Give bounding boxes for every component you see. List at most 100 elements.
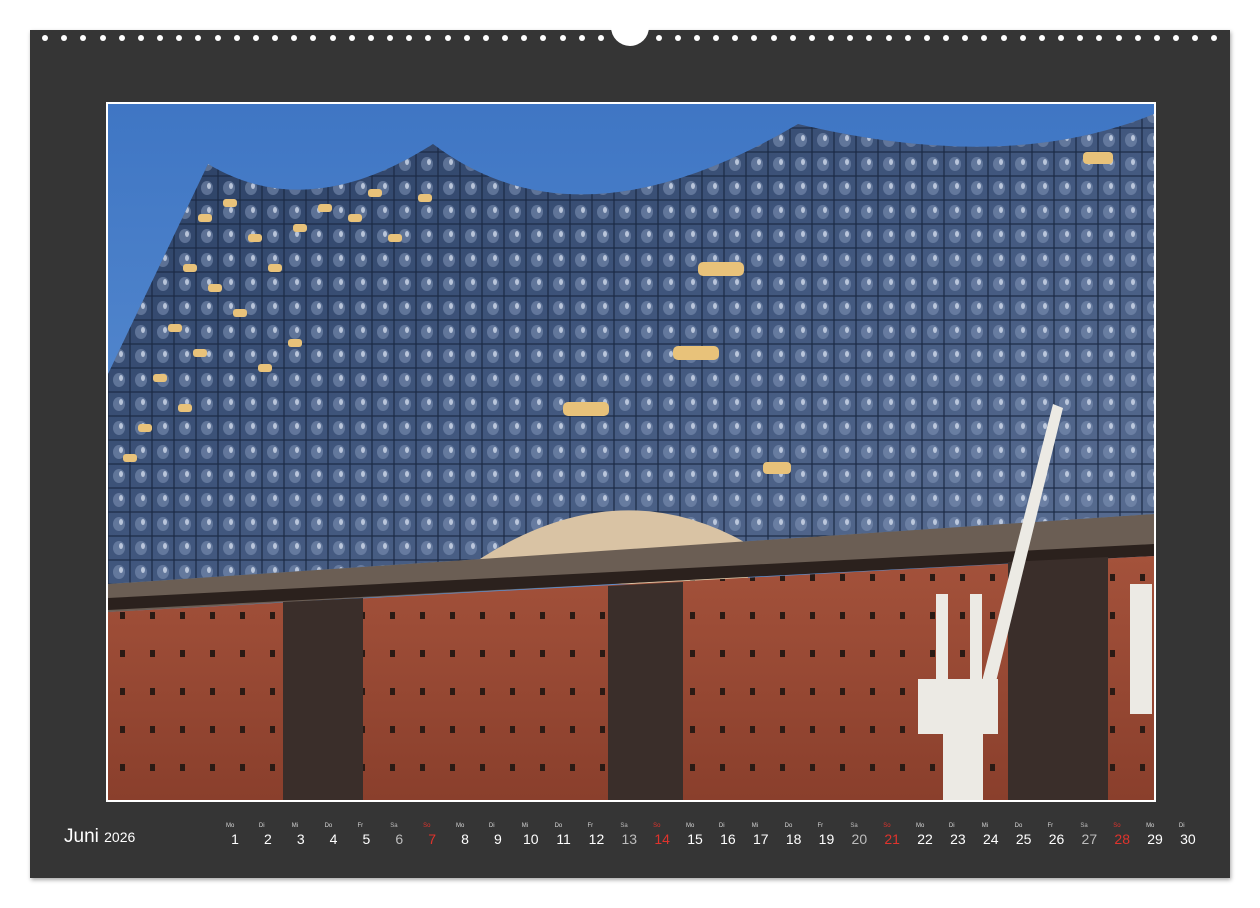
- day-of-week-label: Mo: [456, 823, 465, 829]
- binding-hole: [1096, 35, 1103, 41]
- day-cell: So 21: [877, 820, 907, 860]
- day-cell: So 14: [647, 820, 677, 860]
- day-number: 5: [362, 831, 371, 847]
- binding-hole: [444, 35, 451, 41]
- binding-hole: [329, 35, 336, 41]
- day-number: 19: [818, 831, 835, 847]
- day-of-week-label: Di: [1178, 823, 1185, 829]
- day-cell: Fr 12: [581, 820, 611, 860]
- day-cell: Sa 27: [1074, 820, 1104, 860]
- binding-hole: [157, 35, 164, 41]
- binding-hole: [1211, 35, 1218, 41]
- binding-hole: [655, 35, 662, 41]
- day-cell: Fr 5: [351, 820, 381, 860]
- binding-hole: [789, 35, 796, 41]
- day-number: 26: [1048, 831, 1065, 847]
- day-number: 16: [720, 831, 736, 847]
- calendar-page: Juni 2026 Mo 1 Di 2 Mi 3 Do 4 Fr 5 Sa 6 So 7 Mo 8 Di 9 Mi 1…: [30, 20, 1230, 878]
- binding-hole: [1077, 35, 1084, 41]
- day-cell: So 7: [417, 820, 447, 860]
- day-cell: Sa 20: [844, 820, 874, 860]
- day-number: 29: [1147, 831, 1163, 847]
- binding-hole: [1134, 35, 1141, 41]
- binding-hole: [904, 35, 911, 41]
- binding-hole: [828, 35, 835, 41]
- day-cell: Di 30: [1173, 820, 1203, 860]
- day-cell: Mo 8: [450, 820, 480, 860]
- binding-hole: [713, 35, 720, 41]
- binding-hole: [425, 35, 432, 41]
- day-of-week-label: So: [883, 823, 891, 829]
- day-number: 14: [654, 831, 670, 847]
- day-number: 11: [556, 831, 571, 847]
- day-cell: Di 9: [483, 820, 513, 860]
- day-of-week-label: Di: [488, 823, 495, 829]
- binding-hole: [502, 35, 509, 41]
- day-of-week-label: Mo: [226, 823, 235, 829]
- day-of-week-label: Mi: [291, 823, 299, 829]
- day-number: 28: [1114, 831, 1130, 847]
- day-number: 2: [263, 831, 272, 847]
- day-cell: Fr 26: [1041, 820, 1071, 860]
- day-cell: Mi 3: [286, 820, 316, 860]
- binding-hole: [387, 35, 394, 41]
- binding-hole: [406, 35, 413, 41]
- binding-hole: [808, 35, 815, 41]
- day-of-week-label: Do: [324, 823, 333, 829]
- binding-hole: [463, 35, 470, 41]
- binding-hole: [367, 35, 374, 41]
- day-of-week-label: Do: [784, 823, 793, 829]
- day-of-week-label: Do: [1014, 823, 1023, 829]
- binding-hole: [521, 35, 528, 41]
- day-of-week-label: Mi: [521, 823, 529, 829]
- binding-hole: [214, 35, 221, 41]
- binding-hole: [252, 35, 259, 41]
- binding-hole: [559, 35, 566, 41]
- day-of-week-label: Di: [718, 823, 725, 829]
- binding-hole: [291, 35, 298, 41]
- binding-hole: [233, 35, 240, 41]
- day-cell: Sa 13: [614, 820, 644, 860]
- day-of-week-label: Fr: [357, 823, 364, 829]
- day-number: 18: [785, 831, 802, 847]
- binding-hole: [137, 35, 144, 41]
- binding-hole: [923, 35, 930, 41]
- binding-hole: [1173, 35, 1180, 41]
- binding-hole: [1019, 35, 1026, 41]
- day-cell: Di 23: [943, 820, 973, 860]
- binding-hole: [272, 35, 279, 41]
- day-of-week-label: So: [653, 823, 661, 829]
- day-of-week-label: So: [423, 823, 431, 829]
- day-cell: Mo 15: [680, 820, 710, 860]
- day-number: 21: [884, 831, 900, 847]
- day-of-week-label: Mi: [751, 823, 759, 829]
- photo-elbphilharmonie: [108, 104, 1154, 800]
- day-cell: Sa 6: [384, 820, 414, 860]
- day-of-week-label: Sa: [1080, 823, 1088, 829]
- day-cell: Do 25: [1009, 820, 1039, 860]
- binding-hole: [1058, 35, 1065, 41]
- binding-hole: [118, 35, 125, 41]
- binding-hole: [1000, 35, 1007, 41]
- month-label: Juni 2026: [64, 826, 135, 848]
- day-cell: Di 2: [253, 820, 283, 860]
- day-cell: Mi 24: [976, 820, 1006, 860]
- day-number: 25: [1015, 831, 1032, 847]
- day-of-week-label: Fr: [817, 823, 824, 829]
- day-cell: Mo 22: [910, 820, 940, 860]
- day-number: 22: [917, 831, 933, 847]
- day-of-week-label: Sa: [850, 823, 858, 829]
- day-number: 8: [461, 831, 469, 847]
- binding-hole: [943, 35, 950, 41]
- day-strip: Mo 1 Di 2 Mi 3 Do 4 Fr 5 Sa 6 So 7 Mo 8 Di 9 Mi 10 Do 11 Fr 12 S…: [220, 820, 1203, 860]
- calendar-footer: Juni 2026 Mo 1 Di 2 Mi 3 Do 4 Fr 5 Sa 6 So 7 Mo 8 Di 9 Mi 1…: [30, 820, 1230, 860]
- hanger-notch: [611, 20, 649, 46]
- month-name: Juni: [64, 826, 99, 847]
- year-label: 2026: [104, 829, 136, 845]
- binding-hole: [42, 35, 48, 41]
- day-number: 6: [395, 831, 404, 847]
- day-of-week-label: Mo: [1146, 823, 1155, 829]
- day-of-week-label: Di: [948, 823, 955, 829]
- binding-hole: [1038, 35, 1045, 41]
- binding-hole: [866, 35, 873, 41]
